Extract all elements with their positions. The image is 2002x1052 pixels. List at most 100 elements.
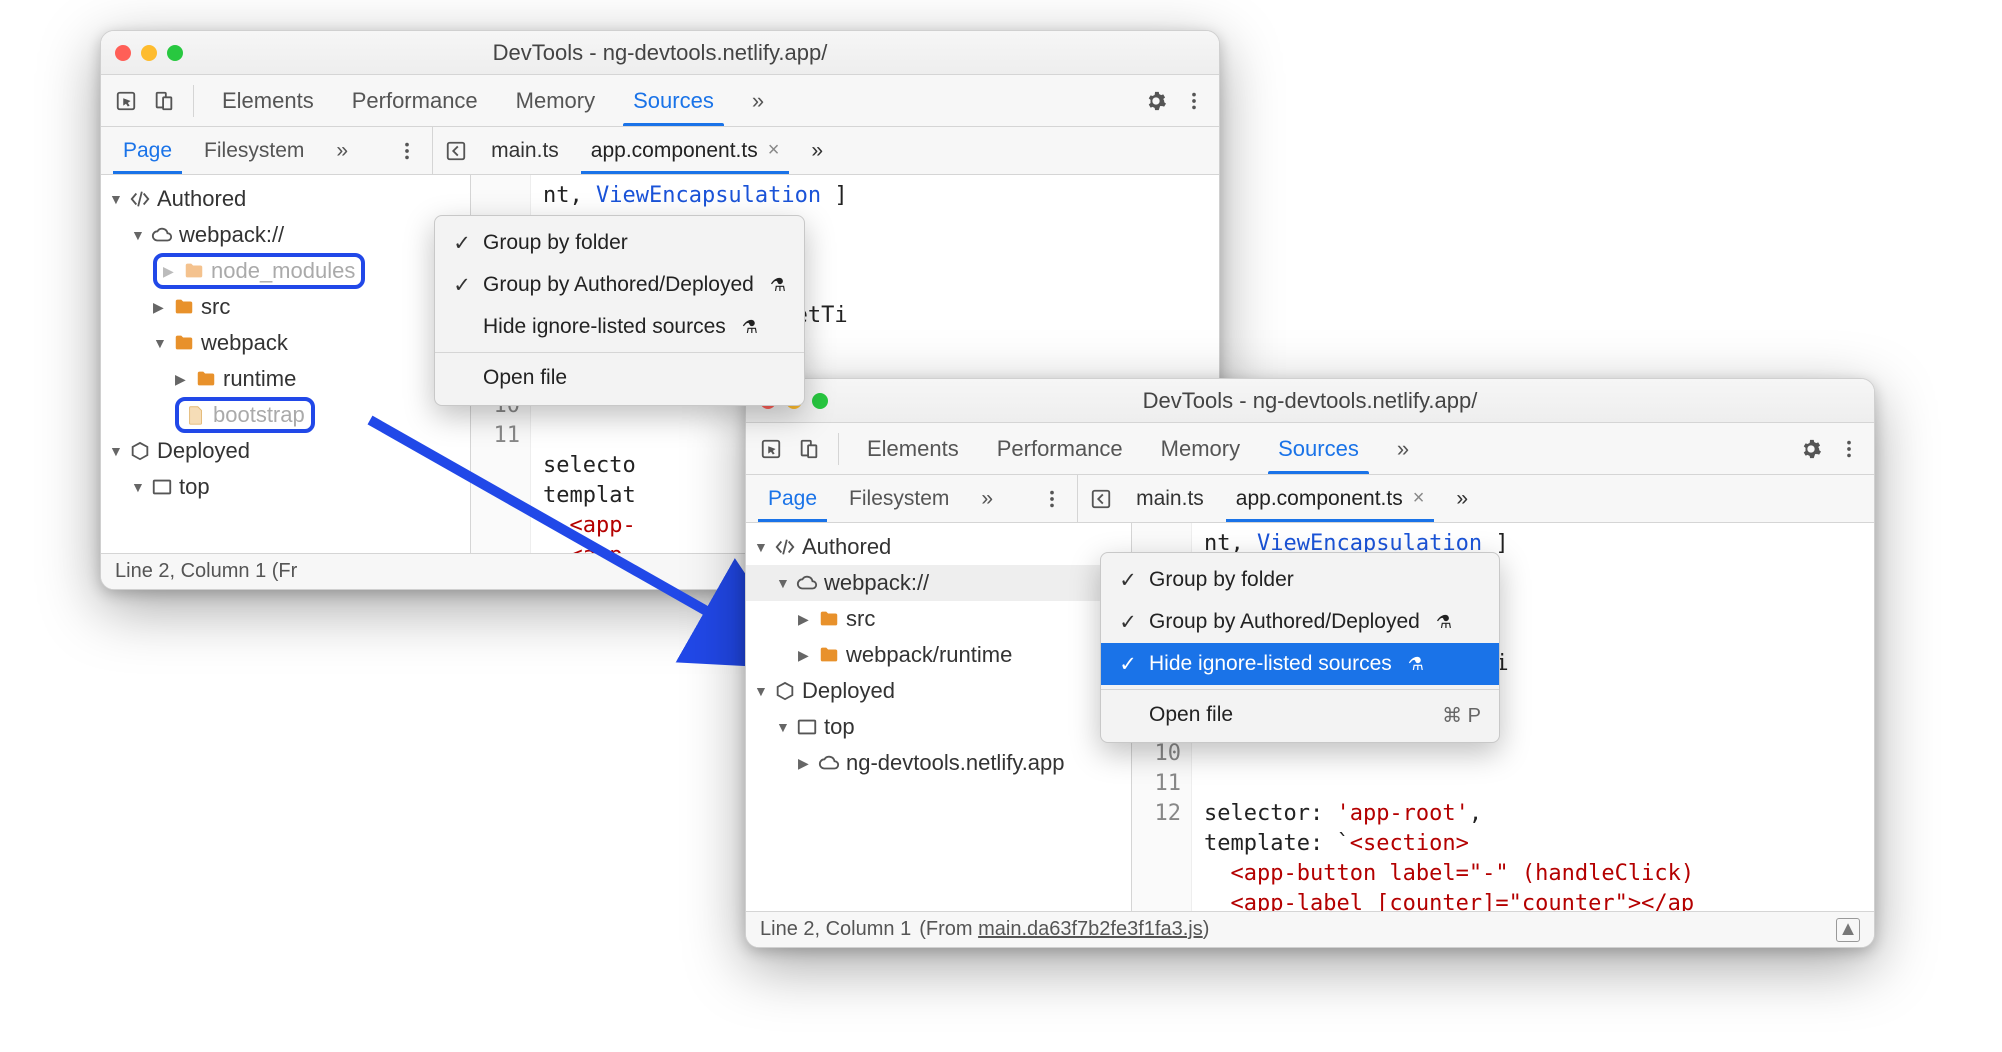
tree-top[interactable]: top <box>101 469 470 505</box>
titlebar[interactable]: DevTools - ng-devtools.netlify.app/ <box>101 31 1219 75</box>
subtab-filesystem[interactable]: Filesystem <box>835 475 963 522</box>
flask-icon: ⚗ <box>770 275 786 296</box>
folder-icon <box>818 644 840 666</box>
filetab-main[interactable]: main.ts <box>1122 475 1218 522</box>
tree-authored[interactable]: Authored <box>101 181 470 217</box>
filetab-app-component[interactable]: app.component.ts× <box>1222 475 1439 522</box>
subtab-filesystem[interactable]: Filesystem <box>190 127 318 174</box>
menu-group-by-authored[interactable]: ✓Group by Authored/Deployed⚗ <box>1101 601 1499 643</box>
flask-icon: ⚗ <box>1436 612 1452 633</box>
tree-deployed[interactable]: Deployed <box>746 673 1131 709</box>
close-icon[interactable]: × <box>768 139 780 162</box>
file-tree: Authored webpack:// node_modules src web… <box>101 175 471 553</box>
tree-bootstrap[interactable]: bootstrap <box>101 397 470 433</box>
tree-ng-host[interactable]: ng-devtools.netlify.app <box>746 745 1131 781</box>
subtab-kebab-icon[interactable] <box>390 134 424 168</box>
inspect-icon[interactable] <box>109 84 143 118</box>
flask-icon: ⚗ <box>1408 654 1424 675</box>
status-position: Line 2, Column 1 <box>760 918 911 941</box>
device-icon[interactable] <box>147 84 181 118</box>
nav-back-icon[interactable] <box>1084 482 1118 516</box>
eject-icon[interactable]: ▲ <box>1836 918 1860 942</box>
settings-icon[interactable] <box>1794 432 1828 466</box>
menu-open-file[interactable]: Open file <box>435 357 804 399</box>
tab-memory[interactable]: Memory <box>500 75 611 126</box>
window-title: DevTools - ng-devtools.netlify.app/ <box>746 388 1874 414</box>
close-dot[interactable] <box>115 45 131 61</box>
subtab-page[interactable]: Page <box>109 127 186 174</box>
tab-performance[interactable]: Performance <box>981 423 1139 474</box>
titlebar[interactable]: DevTools - ng-devtools.netlify.app/ <box>746 379 1874 423</box>
status-from: (From main.da63f7b2fe3f1fa3.js) <box>919 918 1209 941</box>
tab-elements[interactable]: Elements <box>851 423 975 474</box>
filetab-app-component[interactable]: app.component.ts × <box>577 127 794 174</box>
code-icon <box>129 188 151 210</box>
tree-runtime[interactable]: runtime <box>101 361 470 397</box>
highlight-bootstrap: bootstrap <box>175 397 315 433</box>
tab-memory[interactable]: Memory <box>1145 423 1256 474</box>
tree-webpack-scheme[interactable]: webpack:// <box>101 217 470 253</box>
main-toolbar: Elements Performance Memory Sources » <box>746 423 1874 475</box>
folder-icon <box>183 260 205 282</box>
nav-back-icon[interactable] <box>439 134 473 168</box>
menu-group-by-authored[interactable]: ✓Group by Authored/Deployed⚗ <box>435 264 804 306</box>
file-icon <box>185 404 207 426</box>
filetab-more[interactable]: » <box>797 127 837 174</box>
tree-authored[interactable]: Authored <box>746 529 1131 565</box>
tree-webpack-runtime[interactable]: webpack/runtime <box>746 637 1131 673</box>
filetab-more[interactable]: » <box>1442 475 1482 522</box>
window-title: DevTools - ng-devtools.netlify.app/ <box>101 40 1219 66</box>
tab-performance[interactable]: Performance <box>336 75 494 126</box>
zoom-dot[interactable] <box>167 45 183 61</box>
tab-sources[interactable]: Sources <box>617 75 730 126</box>
tree-deployed[interactable]: Deployed <box>101 433 470 469</box>
tab-elements[interactable]: Elements <box>206 75 330 126</box>
context-menu-before: ✓Group by folder ✓Group by Authored/Depl… <box>434 215 805 406</box>
minimize-dot[interactable] <box>141 45 157 61</box>
subtab-more[interactable]: » <box>322 127 362 174</box>
menu-hide-ignore-listed[interactable]: ✓Hide ignore-listed sources⚗ <box>1101 643 1499 685</box>
main-toolbar: Elements Performance Memory Sources » <box>101 75 1219 127</box>
highlight-node-modules: node_modules <box>153 253 365 289</box>
tree-top[interactable]: top <box>746 709 1131 745</box>
kebab-icon[interactable] <box>1832 432 1866 466</box>
tree-webpack-scheme[interactable]: webpack:// <box>746 565 1131 601</box>
close-icon[interactable]: × <box>1413 487 1425 510</box>
menu-open-file[interactable]: Open file⌘ P <box>1101 694 1499 736</box>
tab-more[interactable]: » <box>736 75 780 126</box>
tree-src[interactable]: src <box>101 289 470 325</box>
folder-icon <box>173 332 195 354</box>
tree-node-modules[interactable]: node_modules <box>101 253 470 289</box>
cloud-icon <box>818 752 840 774</box>
subtab-page[interactable]: Page <box>754 475 831 522</box>
cloud-icon <box>796 572 818 594</box>
frame-icon <box>796 716 818 738</box>
sub-toolbar: Page Filesystem » main.ts app.component.… <box>746 475 1874 523</box>
tab-sources[interactable]: Sources <box>1262 423 1375 474</box>
traffic-lights[interactable] <box>115 45 183 61</box>
kebab-icon[interactable] <box>1177 84 1211 118</box>
tree-webpack-folder[interactable]: webpack <box>101 325 470 361</box>
package-icon <box>129 440 151 462</box>
tab-more[interactable]: » <box>1381 423 1425 474</box>
device-icon[interactable] <box>792 432 826 466</box>
file-tree: Authored webpack:// src webpack/runtime … <box>746 523 1132 911</box>
subtab-kebab-icon[interactable] <box>1035 482 1069 516</box>
package-icon <box>774 680 796 702</box>
code-icon <box>774 536 796 558</box>
menu-hide-ignore-listed[interactable]: Hide ignore-listed sources⚗ <box>435 306 804 348</box>
subtab-more[interactable]: » <box>967 475 1007 522</box>
menu-group-by-folder[interactable]: ✓Group by folder <box>435 222 804 264</box>
context-menu-after: ✓Group by folder ✓Group by Authored/Depl… <box>1100 552 1500 743</box>
zoom-dot[interactable] <box>812 393 828 409</box>
sub-toolbar: Page Filesystem » main.ts app.component.… <box>101 127 1219 175</box>
frame-icon <box>151 476 173 498</box>
tree-src[interactable]: src <box>746 601 1131 637</box>
inspect-icon[interactable] <box>754 432 788 466</box>
settings-icon[interactable] <box>1139 84 1173 118</box>
folder-icon <box>173 296 195 318</box>
status-bar: Line 2, Column 1 (From main.da63f7b2fe3f… <box>746 911 1874 947</box>
menu-group-by-folder[interactable]: ✓Group by folder <box>1101 559 1499 601</box>
folder-icon <box>195 368 217 390</box>
filetab-main[interactable]: main.ts <box>477 127 573 174</box>
